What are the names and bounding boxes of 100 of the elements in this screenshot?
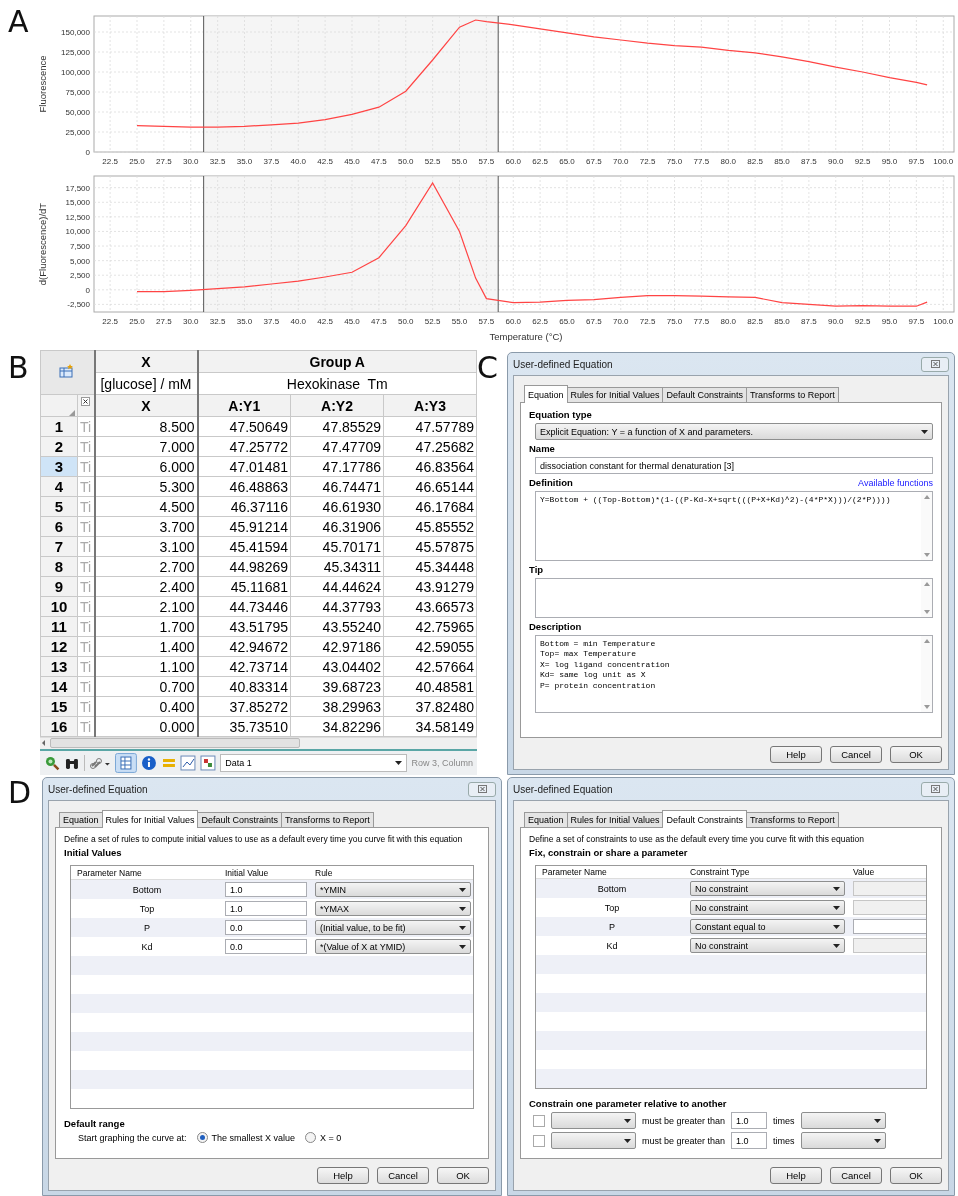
tick-label: 50,000 (65, 108, 90, 117)
tick-label: 87.5 (801, 317, 817, 326)
field-label: Start graphing the curve at: (78, 1132, 187, 1143)
tick-label: 82.5 (747, 157, 763, 166)
table-cell: 43.55240 (290, 616, 384, 637)
table-cell: 44.37793 (290, 596, 384, 617)
tick-label: 22.5 (102, 157, 118, 166)
tick-label: 47.5 (371, 317, 387, 326)
table-cell: 34.58149 (383, 716, 477, 737)
column-header: Constraint Type (690, 867, 751, 877)
tick-label: 67.5 (586, 317, 602, 326)
tick-label: 72.5 (639, 317, 656, 326)
table-cell: 46.17684 (383, 496, 477, 517)
section-label: Name (529, 443, 556, 454)
table-cell: 38.29963 (290, 696, 384, 717)
table-cell: 44.73446 (197, 596, 291, 617)
column-header: Value (853, 867, 876, 877)
table-cell: 43.66573 (383, 596, 477, 617)
tick-label: 150,000 (61, 28, 90, 37)
table-cell: 8.500 (94, 416, 198, 437)
status-text: Row 3, Column (411, 757, 473, 768)
column-header: Rule (315, 867, 334, 878)
table-cell: 1.400 (94, 636, 198, 657)
tick-label: 97.5 (908, 317, 925, 326)
tick-label: 65.0 (559, 317, 575, 326)
table-cell: 47.25682 (383, 436, 477, 457)
tick-label: 55.0 (451, 157, 468, 166)
tick-label: 30.0 (182, 317, 199, 326)
column-header: X (94, 394, 198, 417)
table-cell: 47.17786 (290, 456, 384, 477)
tick-label: 5,000 (69, 256, 90, 266)
parameter-name: Bottom (596, 883, 628, 894)
table-cell: 40.83314 (197, 676, 291, 697)
tick-label: 37.5 (263, 157, 280, 166)
intro-text: Define a set of constraints to use as the default every time you curve fit with this equation (529, 834, 865, 844)
table-cell: 34.82296 (290, 716, 384, 737)
tick-label: 82.5 (747, 317, 763, 326)
relation-label: times (773, 1115, 795, 1126)
table-cell: 2.700 (94, 556, 198, 577)
tick-label: 92.5 (854, 157, 871, 166)
table-cell: 1.100 (94, 656, 198, 677)
tick-label: 0 (85, 285, 90, 295)
panel-label: D (7, 775, 33, 812)
tick-label: 75,000 (65, 88, 90, 97)
tick-label: 22.5 (102, 317, 118, 326)
section-label: Description (529, 621, 583, 632)
table-cell: 43.91279 (383, 576, 477, 597)
axis-title: Fluorescence (37, 55, 48, 113)
tick-label: 77.5 (693, 317, 710, 326)
column-title: X (94, 350, 198, 373)
tick-label: 65.0 (559, 157, 575, 166)
table-cell: 5.300 (94, 476, 198, 497)
tick-label: 15,000 (65, 198, 90, 208)
tick-label: 45.0 (344, 317, 360, 326)
tick-label: 7,500 (69, 242, 90, 252)
table-cell: 47.47709 (290, 436, 384, 457)
tick-label: 2,500 (69, 271, 90, 281)
tick-label: 42.5 (317, 157, 333, 166)
tick-label: 25,000 (65, 128, 90, 137)
tick-label: 25.0 (129, 317, 145, 326)
tick-label: 75.0 (666, 157, 683, 166)
panel-label: A (7, 3, 30, 41)
tick-label: 32.5 (209, 157, 226, 166)
tick-label: 60.0 (505, 317, 522, 326)
tick-label: 90.0 (827, 317, 844, 326)
table-cell: 46.83564 (383, 456, 477, 477)
table-cell: 43.04402 (290, 656, 384, 677)
parameter-name: Bottom (131, 884, 163, 895)
parameter-name: P (608, 921, 616, 932)
table-cell: 45.91214 (197, 516, 291, 537)
tick-label: 57.5 (478, 157, 495, 166)
tick-label: 95.0 (881, 317, 898, 326)
table-cell: 3.100 (94, 536, 198, 557)
parameter-name: Top (138, 903, 156, 914)
tick-label: 50.0 (397, 157, 414, 166)
table-cell: 3.700 (94, 516, 198, 537)
group-title: Group A (197, 350, 477, 373)
tick-label: 32.5 (209, 317, 226, 326)
table-cell: 47.85529 (290, 416, 384, 437)
tick-label: 70.0 (612, 317, 629, 326)
tick-label: 100.0 (933, 317, 954, 326)
axis-title: Temperature (°C) (489, 331, 563, 342)
panel-label: B (7, 350, 30, 387)
tick-label: 52.5 (424, 317, 441, 326)
table-cell: 2.400 (94, 576, 198, 597)
window-title: User-defined Equation (513, 358, 613, 370)
tick-label: 50.0 (397, 317, 414, 326)
tick-label: 45.0 (344, 157, 360, 166)
tick-label: 72.5 (639, 157, 656, 166)
section-label: Equation type (529, 409, 593, 420)
tick-label: 92.5 (854, 317, 871, 326)
table-cell: 1.700 (94, 616, 198, 637)
table-cell: 45.85552 (383, 516, 477, 537)
parameter-name: Kd (140, 941, 154, 952)
parameter-name: Kd (605, 940, 619, 951)
table-cell: 46.31906 (290, 516, 384, 537)
tick-label: 0 (85, 148, 90, 157)
table-cell: 6.000 (94, 456, 198, 477)
table-cell: 45.34448 (383, 556, 477, 577)
table-cell: 46.37116 (197, 496, 291, 517)
